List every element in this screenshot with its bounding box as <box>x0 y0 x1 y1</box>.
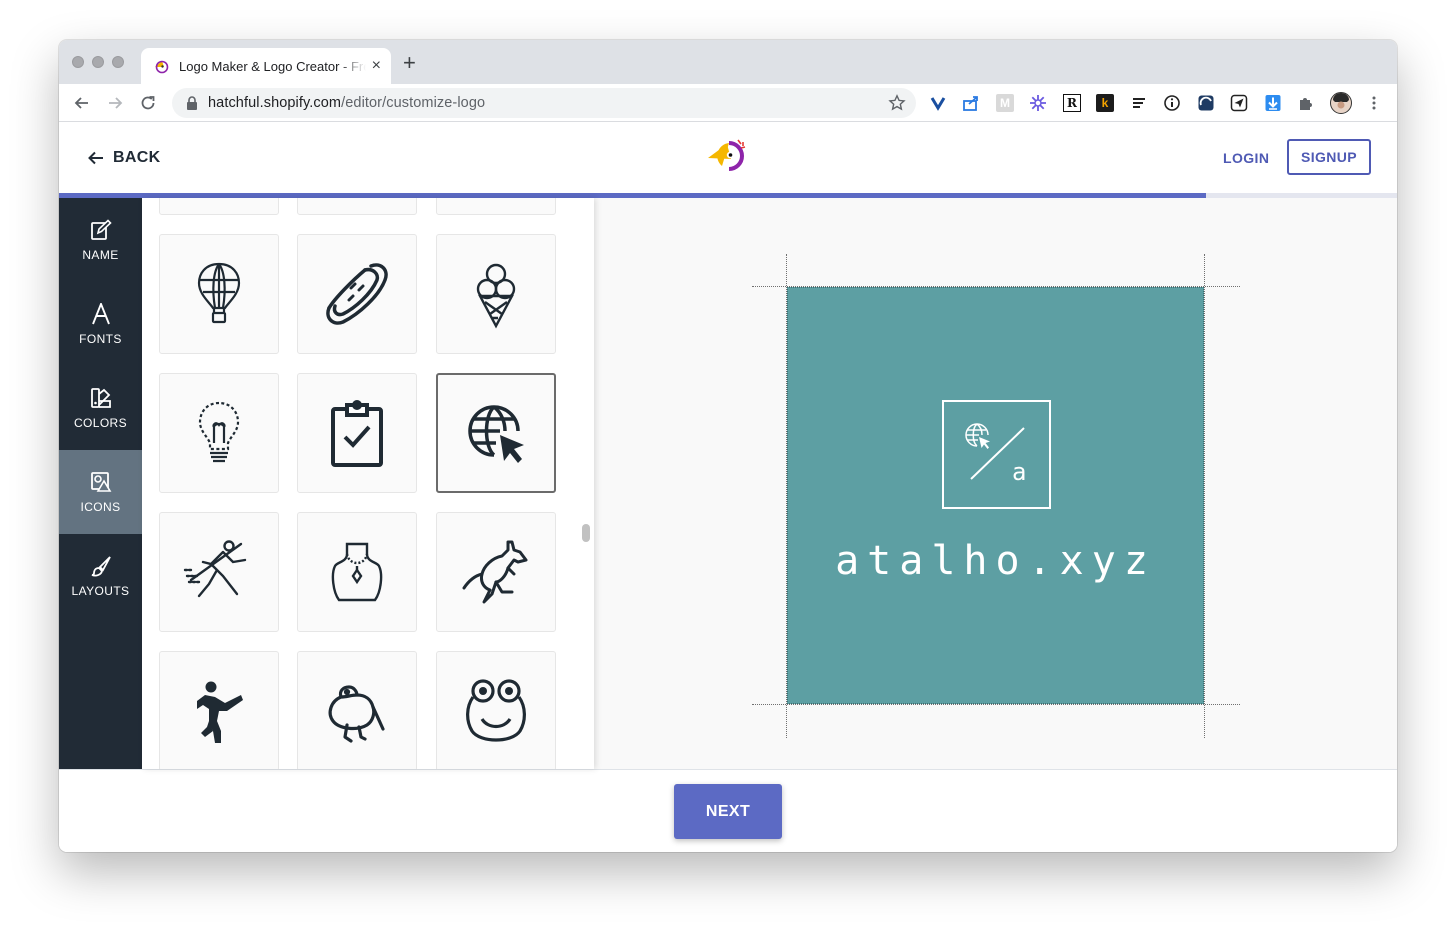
logo-preview-canvas: a atalho.xyz <box>594 198 1397 769</box>
back-button[interactable]: BACK <box>87 149 160 167</box>
icon-option-light-bulb[interactable] <box>159 373 279 493</box>
icon-option-kangaroo[interactable] <box>436 512 556 632</box>
browser-toolbar: hatchful.shopify.com/editor/customize-lo… <box>59 84 1397 122</box>
editor-footer: NEXT <box>59 769 1397 852</box>
diagonal-divider <box>970 427 1025 480</box>
puzzle-icon[interactable] <box>1297 94 1315 112</box>
url-host: hatchful.shopify.com <box>208 95 342 111</box>
frog-face-icon <box>466 679 526 742</box>
back-label: BACK <box>113 149 161 166</box>
lines-icon[interactable] <box>1130 94 1148 112</box>
browser-tab[interactable]: Logo Maker & Logo Creator - Free Logo Ma… <box>141 48 391 84</box>
ice-cream-cone-icon <box>476 263 516 329</box>
sidebar-item-label: COLORS <box>73 415 128 430</box>
asterisk-icon[interactable] <box>1029 94 1047 112</box>
close-tab-icon[interactable]: × <box>372 58 381 74</box>
sidebar-item-label: LAYOUTS <box>71 583 130 598</box>
icon-option[interactable] <box>436 198 556 215</box>
clipboard-check-icon <box>331 400 383 467</box>
reload-icon[interactable] <box>138 93 158 113</box>
icon-option[interactable] <box>297 198 417 215</box>
icon-option-necklace[interactable] <box>297 512 417 632</box>
new-tab-button[interactable]: + <box>403 52 416 74</box>
icon-picker-panel <box>142 198 594 769</box>
logo-mark-letter: a <box>1012 458 1027 486</box>
globe-cursor-icon <box>468 405 524 463</box>
hot-air-balloon-icon <box>197 262 241 324</box>
back-arrow-icon[interactable] <box>72 93 92 113</box>
sidebar-item-layouts[interactable]: LAYOUTS <box>59 534 142 618</box>
menu-icon[interactable] <box>1365 94 1383 112</box>
url-path: /editor/customize-logo <box>341 95 486 111</box>
sidebar-item-name[interactable]: NAME <box>59 198 142 282</box>
javelin-thrower-icon <box>183 540 247 598</box>
panel-scrollbar-thumb[interactable] <box>582 524 590 542</box>
zoom-window-button[interactable] <box>112 56 124 68</box>
download-icon[interactable] <box>1264 94 1282 112</box>
browser-window: Logo Maker & Logo Creator - Free Logo Ma… <box>59 40 1397 852</box>
necklace-bust-icon <box>331 542 383 602</box>
login-link[interactable]: LOGIN <box>1223 150 1269 166</box>
brush-icon <box>91 555 111 576</box>
hatchful-favicon-icon <box>155 60 169 74</box>
logo-text: atalho.xyz <box>835 538 1156 584</box>
tab-bar: Logo Maker & Logo Creator - Free Logo Ma… <box>59 40 1397 84</box>
logo-mark: a <box>942 400 1051 509</box>
send-icon[interactable] <box>1230 94 1248 112</box>
sidebar-item-icons[interactable]: ICONS <box>59 450 142 534</box>
share-icon[interactable] <box>962 94 980 112</box>
hatchful-logo <box>708 139 746 171</box>
sidebar-item-label: NAME <box>82 247 119 262</box>
pocket-icon[interactable] <box>929 94 947 112</box>
karate-kick-icon <box>197 681 243 743</box>
font-icon <box>91 302 110 324</box>
hot-dog-icon <box>326 263 388 325</box>
icon-option-hot-air-balloon[interactable] <box>159 234 279 354</box>
forward-arrow-icon[interactable] <box>105 93 125 113</box>
signup-button[interactable]: SIGNUP <box>1287 139 1371 175</box>
sidebar-item-colors[interactable]: COLORS <box>59 366 142 450</box>
back-arrow-icon <box>88 151 103 165</box>
icon-option-javelin[interactable] <box>159 512 279 632</box>
icon-option-hot-dog[interactable] <box>297 234 417 354</box>
icon-option[interactable] <box>159 198 279 215</box>
shapes-icon <box>90 471 111 492</box>
close-window-button[interactable] <box>72 56 84 68</box>
sidebar-item-label: ICONS <box>80 499 121 514</box>
guide-line <box>1204 254 1205 738</box>
avatar[interactable] <box>1330 92 1352 114</box>
url-text: hatchful.shopify.com/editor/customize-lo… <box>208 95 485 111</box>
icon-option-clipboard[interactable] <box>297 373 417 493</box>
app-header: BACK LOGIN SIGNUP <box>59 122 1397 194</box>
editor-sidebar: NAME FONTS COLORS ICONS LAYOUTS <box>59 198 142 769</box>
address-bar[interactable]: hatchful.shopify.com/editor/customize-lo… <box>172 88 916 118</box>
lock-icon <box>187 96 197 110</box>
sidebar-item-fonts[interactable]: FONTS <box>59 282 142 366</box>
icon-option-globe-cursor[interactable] <box>436 373 556 493</box>
icon-option-ice-cream[interactable] <box>436 234 556 354</box>
kangaroo-icon <box>462 540 528 604</box>
info-icon[interactable] <box>1163 94 1181 112</box>
kiwi-bird-icon <box>328 685 385 743</box>
palette-icon <box>90 387 111 408</box>
shield-icon[interactable] <box>1197 94 1215 112</box>
light-bulb-icon <box>198 401 240 463</box>
m-icon[interactable]: M <box>996 94 1014 112</box>
r-icon[interactable]: R <box>1063 94 1081 112</box>
logo-preview[interactable]: a atalho.xyz <box>787 287 1204 704</box>
icon-option-karate[interactable] <box>159 651 279 769</box>
tab-title: Logo Maker & Logo Creator - Free Logo Ma… <box>179 58 366 74</box>
guide-line <box>752 704 1240 705</box>
bookmark-star-icon[interactable] <box>888 94 906 112</box>
k-icon[interactable]: k <box>1096 94 1114 112</box>
next-button[interactable]: NEXT <box>674 784 782 839</box>
minimize-window-button[interactable] <box>92 56 104 68</box>
icon-option-frog[interactable] <box>436 651 556 769</box>
edit-icon <box>90 218 112 240</box>
icon-option-kiwi[interactable] <box>297 651 417 769</box>
sidebar-item-label: FONTS <box>79 331 122 346</box>
